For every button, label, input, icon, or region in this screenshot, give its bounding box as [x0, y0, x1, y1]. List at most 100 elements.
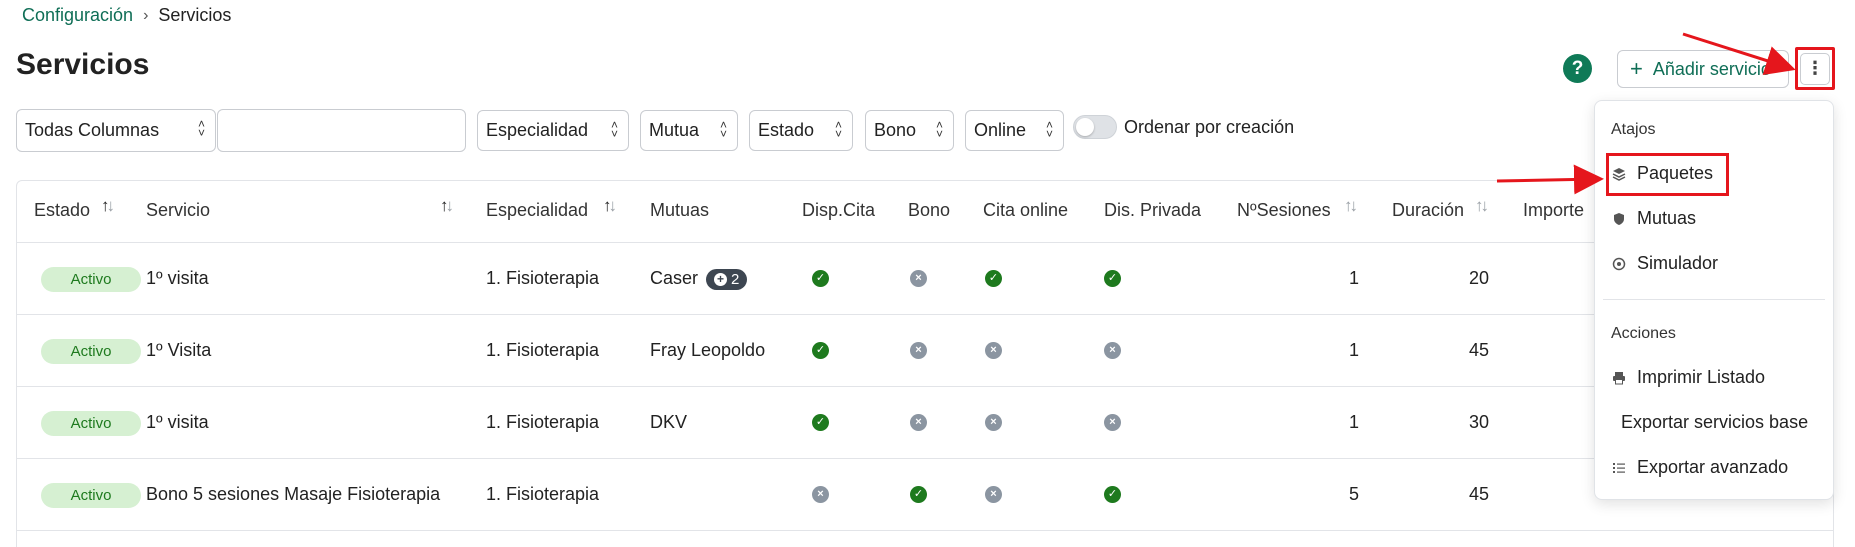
- table-row[interactable]: Activo 1º visita 1. Fisioterapia DKV ✓ × × × 1 30: [17, 387, 1833, 459]
- paquetes-highlight-box: [1606, 153, 1729, 196]
- add-service-label: Añadir servicio: [1652, 58, 1771, 79]
- menu-section-shortcuts: Atajos: [1611, 121, 1656, 138]
- chevron-right-icon: ›: [143, 6, 149, 24]
- select-caret-icon: ˄ ˅: [834, 118, 842, 141]
- plus-circle-icon: +: [714, 272, 728, 286]
- select-caret-icon: ˄ ˅: [1045, 118, 1053, 141]
- select-caret-icon: ˄ ˅: [719, 118, 727, 141]
- list-icon: [1611, 460, 1627, 476]
- breadcrumb: Configuración › Servicios: [22, 5, 231, 26]
- column-header-servicio[interactable]: Servicio: [146, 200, 210, 221]
- specialty: 1. Fisioterapia: [486, 340, 600, 360]
- menu-item-mutuas[interactable]: Mutuas: [1611, 208, 1696, 229]
- mutuas: Fray Leopoldo: [650, 340, 765, 361]
- simulator-icon: [1611, 256, 1627, 272]
- x-circle-icon: ×: [910, 342, 927, 359]
- column-header-estado[interactable]: Estado: [34, 200, 90, 221]
- sessions-count: 1: [1348, 340, 1359, 360]
- menu-section-actions: Acciones: [1611, 325, 1676, 342]
- duration: 20: [1468, 268, 1489, 288]
- status-badge: Activo: [41, 483, 141, 508]
- x-circle-icon: ×: [910, 270, 927, 287]
- add-service-button[interactable]: + Añadir servicio: [1617, 50, 1789, 88]
- duration: 45: [1468, 340, 1489, 360]
- estado-filter-value: Estado: [758, 120, 815, 140]
- check-circle-icon: ✓: [1104, 270, 1121, 287]
- more-mutuas-count: 2: [731, 270, 740, 288]
- service-name[interactable]: 1º Visita: [146, 340, 211, 361]
- column-header-disp-cita: Disp.Cita: [802, 200, 876, 220]
- mutua-filter-value: Mutua: [649, 120, 700, 140]
- sort-icon[interactable]: ↑↓: [101, 196, 115, 216]
- especialidad-filter[interactable]: Especialidad ˄ ˅: [477, 110, 629, 151]
- service-name[interactable]: Bono 5 sesiones Masaje Fisioterapia: [146, 484, 440, 505]
- x-circle-icon: ×: [1104, 414, 1121, 431]
- more-mutuas-chip[interactable]: +2: [706, 268, 748, 290]
- shield-icon: [1611, 211, 1627, 227]
- breadcrumb-configuracion-link[interactable]: Configuración: [22, 5, 133, 26]
- bono-filter[interactable]: Bono ˄ ˅: [865, 110, 954, 151]
- sort-by-creation-label: Ordenar por creación: [1124, 117, 1295, 137]
- x-circle-icon: ×: [985, 486, 1002, 503]
- x-circle-icon: ×: [985, 342, 1002, 359]
- select-caret-icon: ˄ ˅: [935, 118, 943, 141]
- printer-icon: [1611, 370, 1627, 386]
- column-header-importe[interactable]: Importe: [1523, 200, 1584, 221]
- status-badge: Activo: [41, 411, 141, 436]
- more-options-button[interactable]: ⋮: [1800, 52, 1830, 85]
- x-circle-icon: ×: [812, 486, 829, 503]
- select-caret-icon: ˄ ˅: [197, 117, 205, 140]
- status-badge: Activo: [41, 339, 141, 364]
- column-header-cita-online: Cita online: [983, 200, 1069, 220]
- sort-icon[interactable]: ↑↓: [440, 196, 454, 216]
- plus-icon: +: [1630, 56, 1643, 81]
- sessions-count: 5: [1348, 484, 1359, 504]
- duration: 45: [1468, 484, 1489, 504]
- help-icon[interactable]: ?: [1563, 54, 1592, 83]
- sort-by-creation-toggle[interactable]: [1073, 115, 1117, 139]
- menu-item-imprimir-listado[interactable]: Imprimir Listado: [1611, 367, 1765, 388]
- table-row[interactable]: Activo Bono 5 sesiones Masaje Fisioterapi…: [17, 459, 1833, 531]
- columns-select[interactable]: Todas Columnas ˄ ˅: [16, 109, 216, 152]
- x-circle-icon: ×: [910, 414, 927, 431]
- sort-icon[interactable]: ↑↓: [603, 196, 617, 216]
- table-row[interactable]: Activo 1º visita 1. Fisioterapia Caser +2 ✓ × ✓…: [17, 243, 1833, 315]
- check-circle-icon: ✓: [812, 342, 829, 359]
- online-filter[interactable]: Online ˄ ˅: [965, 110, 1064, 151]
- status-badge: Activo: [41, 267, 141, 292]
- menu-divider: [1603, 299, 1825, 300]
- check-circle-icon: ✓: [985, 270, 1002, 287]
- mutuas-name: Caser: [650, 268, 699, 288]
- check-circle-icon: ✓: [812, 270, 829, 287]
- mutuas: DKV: [650, 412, 687, 433]
- column-header-duracion[interactable]: Duración: [1392, 200, 1464, 221]
- columns-select-value: Todas Columnas: [25, 120, 160, 140]
- menu-item-label: Exportar avanzado: [1637, 457, 1789, 477]
- estado-filter[interactable]: Estado ˄ ˅: [749, 110, 853, 151]
- mutuas-name: DKV: [650, 412, 688, 432]
- menu-item-label: Simulador: [1637, 253, 1719, 273]
- services-table: Estado ↑↓ Servicio ↑↓ Especialidad ↑↓ Mu…: [16, 180, 1834, 547]
- sort-icon[interactable]: ↑↓: [1344, 196, 1358, 216]
- sort-icon[interactable]: ↑↓: [1475, 196, 1489, 216]
- column-header-sesiones[interactable]: NºSesiones: [1237, 200, 1331, 221]
- column-header-especialidad[interactable]: Especialidad: [486, 200, 588, 221]
- service-name[interactable]: 1º visita: [146, 268, 209, 289]
- more-options-highlight: ⋮: [1795, 47, 1835, 90]
- mutua-filter[interactable]: Mutua ˄ ˅: [640, 110, 738, 151]
- service-name[interactable]: 1º visita: [146, 412, 209, 433]
- table-row[interactable]: Activo 1º Visita 1. Fisioterapia Fray Leopo…: [17, 315, 1833, 387]
- x-circle-icon: ×: [985, 414, 1002, 431]
- menu-item-exportar-avanzado[interactable]: Exportar avanzado: [1611, 457, 1788, 478]
- search-input[interactable]: [217, 109, 466, 152]
- menu-item-simulador[interactable]: Simulador: [1611, 253, 1718, 274]
- menu-item-label: Exportar servicios base: [1621, 412, 1809, 432]
- check-circle-icon: ✓: [910, 486, 927, 503]
- menu-item-exportar-servicios-base[interactable]: Exportar servicios base: [1621, 412, 1808, 433]
- online-filter-value: Online: [974, 120, 1027, 140]
- duration: 30: [1468, 412, 1489, 432]
- bono-filter-value: Bono: [874, 120, 917, 140]
- sessions-count: 1: [1348, 412, 1359, 432]
- column-header-bono: Bono: [908, 200, 951, 220]
- check-circle-icon: ✓: [812, 414, 829, 431]
